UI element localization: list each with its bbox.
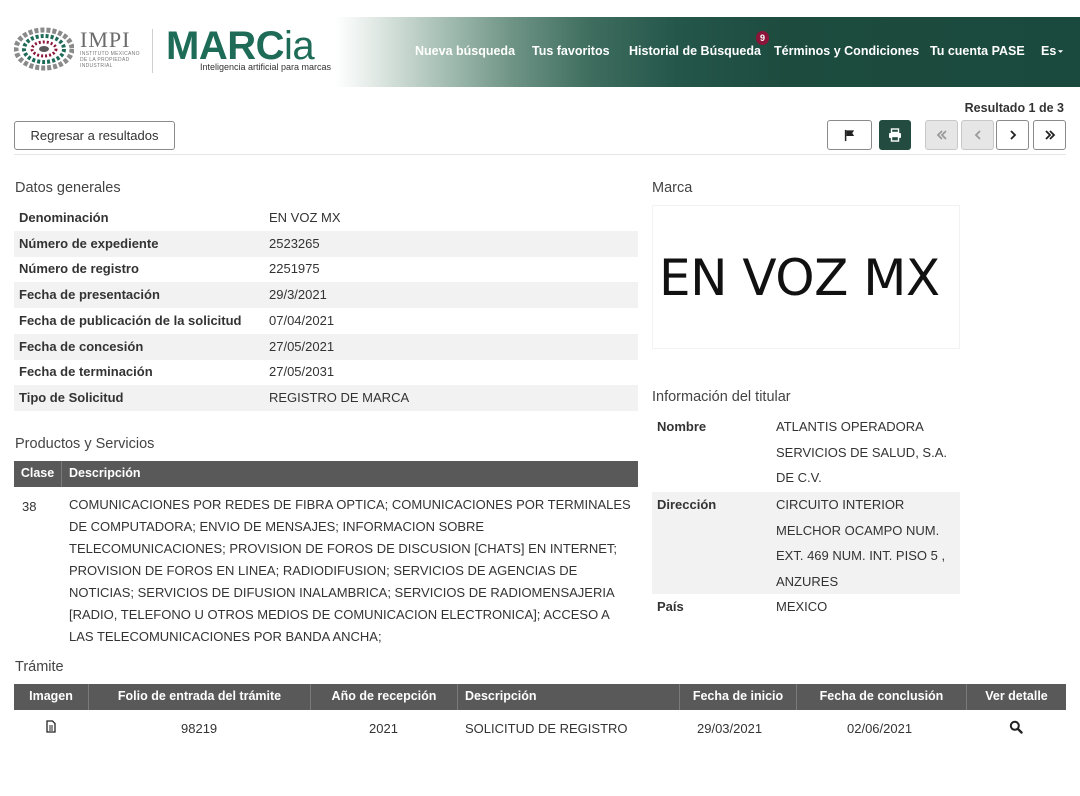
tramite-document-button[interactable]	[46, 720, 56, 736]
producto-descripcion: COMUNICACIONES POR REDES DE FIBRA OPTICA…	[69, 497, 631, 644]
datos-label: Número de registro	[19, 261, 139, 276]
datos-row: Número de registro 2251975	[14, 256, 638, 282]
history-count-badge: 9	[755, 31, 769, 45]
productos-title: Productos y Servicios	[15, 436, 155, 452]
datos-label: Número de expediente	[19, 236, 159, 251]
productos-table-header: Clase Descripción	[14, 461, 638, 487]
titular-row: Dirección CIRCUITO INTERIOR MELCHOR OCAM…	[652, 492, 960, 594]
nav-history: Historial de Búsqueda	[629, 44, 761, 58]
tramite-descripcion: SOLICITUD DE REGISTRO	[465, 721, 628, 736]
search-icon	[1009, 720, 1023, 734]
tramite-folio: 98219	[181, 721, 218, 736]
chevron-left-icon	[974, 130, 981, 140]
double-chevron-left-icon	[936, 130, 947, 140]
datos-row: Fecha de presentación 29/3/2021	[14, 282, 638, 308]
datos-generales-title: Datos generales	[15, 180, 121, 196]
datos-value: EN VOZ MX	[269, 210, 341, 225]
titular-label: Nombre	[657, 419, 707, 434]
double-chevron-right-icon	[1044, 130, 1055, 140]
datos-row: Número de expediente 2523265	[14, 231, 638, 257]
datos-row: Tipo de Solicitud REGISTRO DE MARCA	[14, 385, 638, 411]
column-header-fecha-inicio: Fecha de inicio	[680, 684, 797, 710]
datos-label: Denominación	[19, 210, 109, 225]
titular-label: País	[657, 599, 684, 614]
back-to-results-button[interactable]: Regresar a resultados	[14, 121, 175, 150]
datos-row: Fecha de concesión 27/05/2021	[14, 334, 638, 360]
next-page-button[interactable]	[996, 120, 1029, 150]
column-header-clase: Clase	[14, 461, 62, 487]
chevron-right-icon	[1009, 130, 1016, 140]
datos-row: Denominación EN VOZ MX	[14, 205, 638, 231]
nav-history-wrap[interactable]: Historial de Búsqueda 9	[629, 31, 769, 58]
language-selector[interactable]: Es	[1041, 44, 1064, 58]
flag-icon	[844, 129, 855, 141]
datos-value: 27/05/2021	[269, 339, 335, 354]
print-button[interactable]	[879, 120, 911, 150]
column-header-anio: Año de recepción	[311, 684, 458, 710]
first-page-button[interactable]	[925, 120, 958, 150]
titular-value: CIRCUITO INTERIOR MELCHOR OCAMPO NUM. EX…	[776, 497, 946, 590]
tramite-fecha-conclusion: 02/06/2021	[847, 721, 913, 736]
marca-title: Marca	[652, 180, 693, 196]
print-icon	[889, 128, 901, 142]
datos-row: Fecha de publicación de la solicitud 07/…	[14, 308, 638, 334]
datos-label: Fecha de terminación	[19, 364, 153, 379]
column-header-descripcion: Descripción	[458, 684, 680, 710]
datos-row: Fecha de terminación 27/05/2031	[14, 359, 638, 385]
language-label: Es	[1041, 44, 1057, 58]
tramite-title: Trámite	[15, 659, 64, 675]
datos-value: 2251975	[269, 261, 320, 276]
titular-title: Información del titular	[652, 389, 791, 405]
datos-label: Tipo de Solicitud	[19, 390, 124, 405]
main-nav: Nueva búsqueda Tus favoritos Historial d…	[0, 17, 1080, 87]
flag-button[interactable]	[827, 120, 872, 150]
datos-label: Fecha de concesión	[19, 339, 144, 354]
column-header-imagen: Imagen	[14, 684, 89, 710]
caret-down-icon	[1058, 50, 1064, 54]
datos-value: 29/3/2021	[269, 287, 327, 302]
titular-row: Nombre ATLANTIS OPERADORA SERVICIOS DE S…	[652, 414, 960, 492]
last-page-button[interactable]	[1033, 120, 1066, 150]
marca-image[interactable]: EN VOZ MX	[652, 205, 960, 349]
column-header-descripcion: Descripción	[69, 466, 141, 480]
tramite-fecha-inicio: 29/03/2021	[697, 721, 763, 736]
column-header-folio: Folio de entrada del trámite	[89, 684, 311, 710]
datos-value: 27/05/2031	[269, 364, 335, 379]
top-header: IMPI INSTITUTO MEXICANO DE LA PROPIEDAD …	[0, 17, 1080, 87]
result-counter: Resultado 1 de 3	[964, 101, 1064, 115]
datos-value: REGISTRO DE MARCA	[269, 390, 410, 405]
datos-label: Fecha de publicación de la solicitud	[19, 313, 242, 328]
marca-image-text: EN VOZ MX	[659, 249, 940, 307]
ver-detalle-button[interactable]	[1009, 720, 1023, 737]
producto-clase: 38	[22, 499, 37, 514]
nav-new-search[interactable]: Nueva búsqueda	[415, 44, 515, 58]
datos-label: Fecha de presentación	[19, 287, 160, 302]
titular-value: ATLANTIS OPERADORA SERVICIOS DE SALUD, S…	[776, 419, 947, 486]
column-header-fecha-conclusion: Fecha de conclusión	[797, 684, 967, 710]
titular-label: Dirección	[657, 497, 717, 512]
titular-row: País MEXICO	[652, 594, 960, 620]
document-icon	[46, 720, 56, 733]
column-header-ver-detalle: Ver detalle	[985, 689, 1048, 703]
titular-value: MEXICO	[776, 599, 828, 614]
toolbar-divider	[14, 154, 1066, 155]
nav-account[interactable]: Tu cuenta PASE	[930, 44, 1025, 58]
nav-favorites[interactable]: Tus favoritos	[532, 44, 610, 58]
tramite-anio: 2021	[369, 721, 398, 736]
tramite-table-header: Imagen Folio de entrada del trámite Año …	[14, 684, 1066, 710]
datos-value: 07/04/2021	[269, 313, 335, 328]
prev-page-button[interactable]	[961, 120, 994, 150]
nav-terms[interactable]: Términos y Condiciones	[774, 44, 919, 58]
datos-value: 2523265	[269, 236, 320, 251]
